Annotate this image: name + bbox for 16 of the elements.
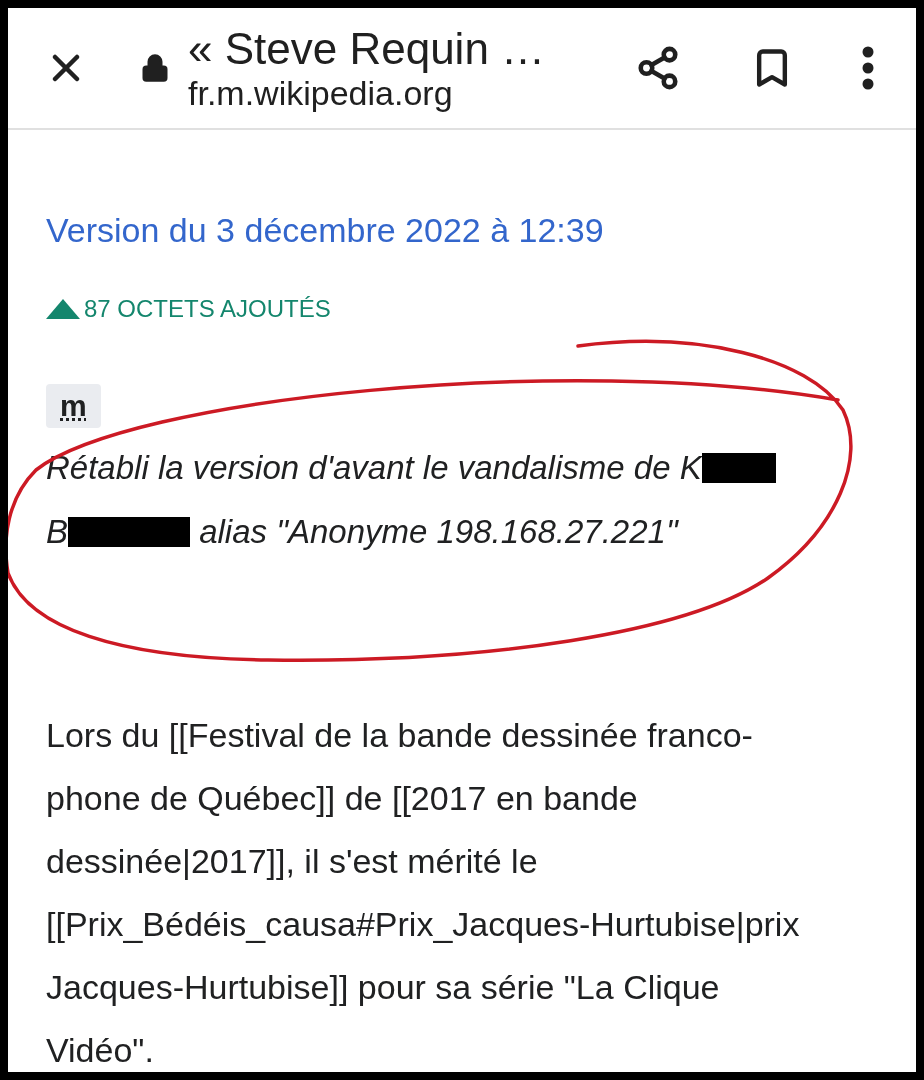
- wikitext-line: dessinée|2017]], il s'est mérité le: [46, 841, 539, 882]
- page-title: « Steve Requin …: [188, 24, 547, 74]
- edit-summary-text: B: [46, 512, 68, 553]
- wikitext-line: Jacques-Hurtubise]] pour sa série "La Clique: [46, 967, 721, 1008]
- edit-summary-text: Rétabli la version d'avant le vandalisme de K: [46, 448, 702, 489]
- wikitext-line: phone de Québec]] de [[2017 en bande: [46, 778, 639, 819]
- lock-icon: [140, 53, 170, 83]
- version-link[interactable]: Version du 3 décembre 2022 à 12:39: [46, 208, 878, 252]
- wikitext-line: Lors du [[Festival de la bande dessinée franco-: [46, 715, 754, 756]
- wikitext-line: [[Prix_Bédéis_causa#Prix_Jacques-Hurtubise|prix: [46, 904, 801, 945]
- url-text: fr.m.wikipedia.org: [188, 74, 454, 112]
- minor-edit-badge: m: [46, 384, 101, 428]
- wikitext-line: Vidéo".: [46, 1030, 155, 1071]
- edit-summary-text: alias "Anonyme 198.168.27.221": [198, 512, 678, 553]
- byte-change-text: 87 OCTETS AJOUTÉS: [84, 294, 331, 324]
- more-icon: [862, 46, 874, 90]
